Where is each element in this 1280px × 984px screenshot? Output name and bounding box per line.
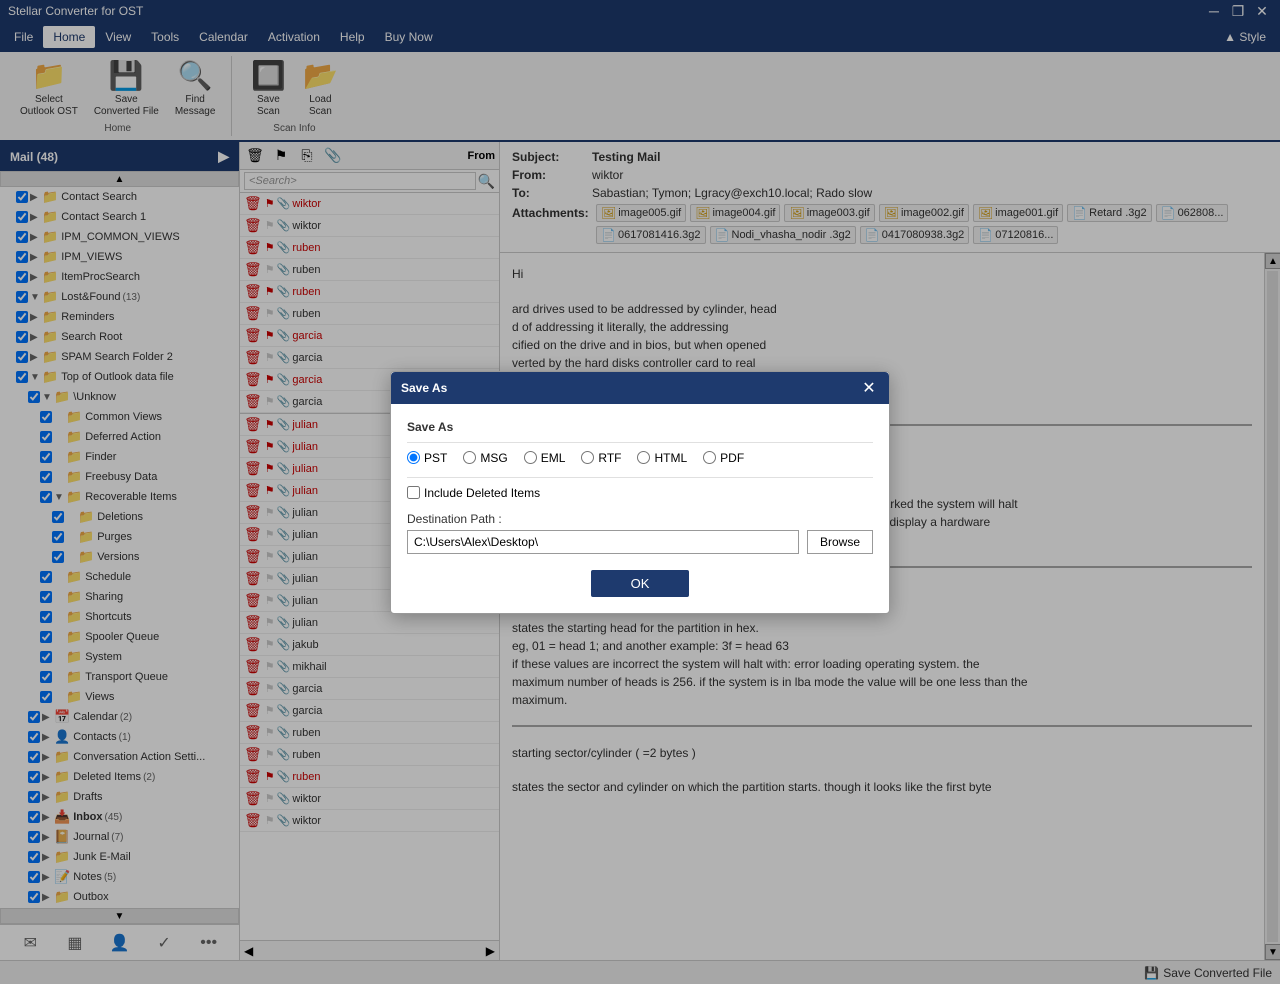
- modal-overlay: Save As ✕ Save As PST MSG EML RTF: [0, 0, 1280, 984]
- include-deleted-label: Include Deleted Items: [424, 486, 540, 500]
- radio-html[interactable]: [637, 451, 650, 464]
- include-deleted-checkbox[interactable]: [407, 486, 420, 499]
- option-eml[interactable]: EML: [524, 451, 566, 465]
- format-radio-group: PST MSG EML RTF HTML PDF: [407, 451, 873, 465]
- destination-label: Destination Path :: [407, 512, 873, 526]
- option-rtf[interactable]: RTF: [581, 451, 621, 465]
- path-row: Browse: [407, 530, 873, 554]
- radio-msg[interactable]: [463, 451, 476, 464]
- browse-button[interactable]: Browse: [807, 530, 873, 554]
- radio-pst[interactable]: [407, 451, 420, 464]
- modal-titlebar: Save As ✕: [391, 372, 889, 404]
- radio-pdf[interactable]: [703, 451, 716, 464]
- save-as-dialog: Save As ✕ Save As PST MSG EML RTF: [390, 371, 890, 614]
- destination-input[interactable]: [407, 530, 799, 554]
- radio-eml[interactable]: [524, 451, 537, 464]
- include-deleted-row: Include Deleted Items: [407, 486, 873, 500]
- option-pst[interactable]: PST: [407, 451, 447, 465]
- option-pdf[interactable]: PDF: [703, 451, 744, 465]
- modal-close-button[interactable]: ✕: [859, 378, 879, 398]
- modal-title: Save As: [401, 381, 447, 395]
- option-msg[interactable]: MSG: [463, 451, 507, 465]
- ok-button[interactable]: OK: [591, 570, 690, 597]
- modal-section-label: Save As: [407, 420, 873, 434]
- option-html[interactable]: HTML: [637, 451, 687, 465]
- radio-rtf[interactable]: [581, 451, 594, 464]
- modal-body: Save As PST MSG EML RTF HTML: [391, 404, 889, 613]
